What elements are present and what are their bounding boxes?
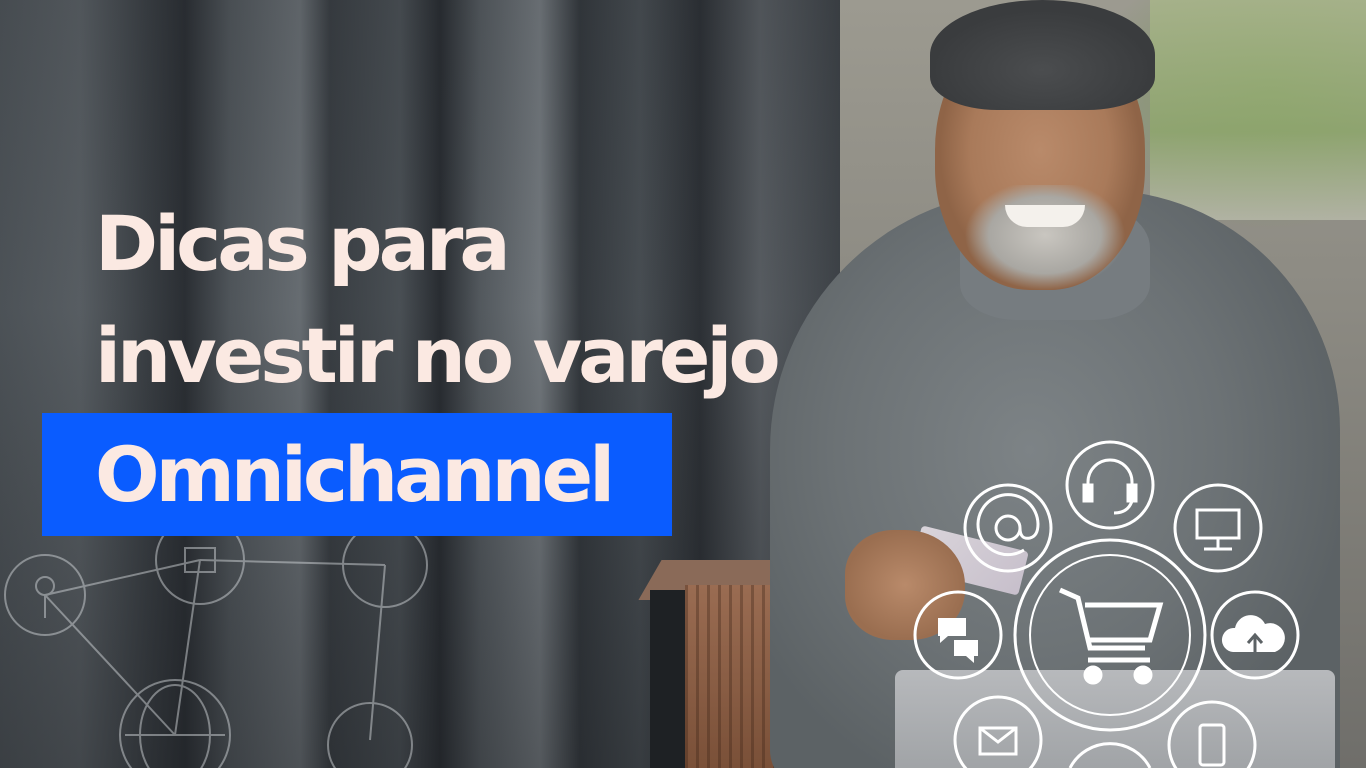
right-icon-network	[913, 440, 1300, 768]
dark-rail	[650, 590, 690, 768]
window-greenery	[1150, 0, 1366, 220]
smartphone-icon	[1167, 700, 1257, 768]
envelope-icon	[953, 695, 1043, 768]
left-icon-network	[4, 520, 428, 768]
shopping-cart-icon	[1058, 587, 1164, 685]
headline-line-1: Dicas para	[95, 199, 511, 288]
person-beard	[965, 185, 1125, 295]
headline-highlight: Omnichannel	[95, 430, 615, 519]
person-hair	[930, 0, 1155, 110]
monitor-icon	[1173, 483, 1263, 573]
headline-line-2: investir no varejo	[95, 311, 781, 400]
headset-icon	[1065, 440, 1155, 530]
banner: Dicas para investir no varejo Omnichanne…	[0, 0, 1366, 768]
headline: Dicas para investir no varejo	[95, 188, 781, 412]
person-smile	[1005, 205, 1085, 227]
